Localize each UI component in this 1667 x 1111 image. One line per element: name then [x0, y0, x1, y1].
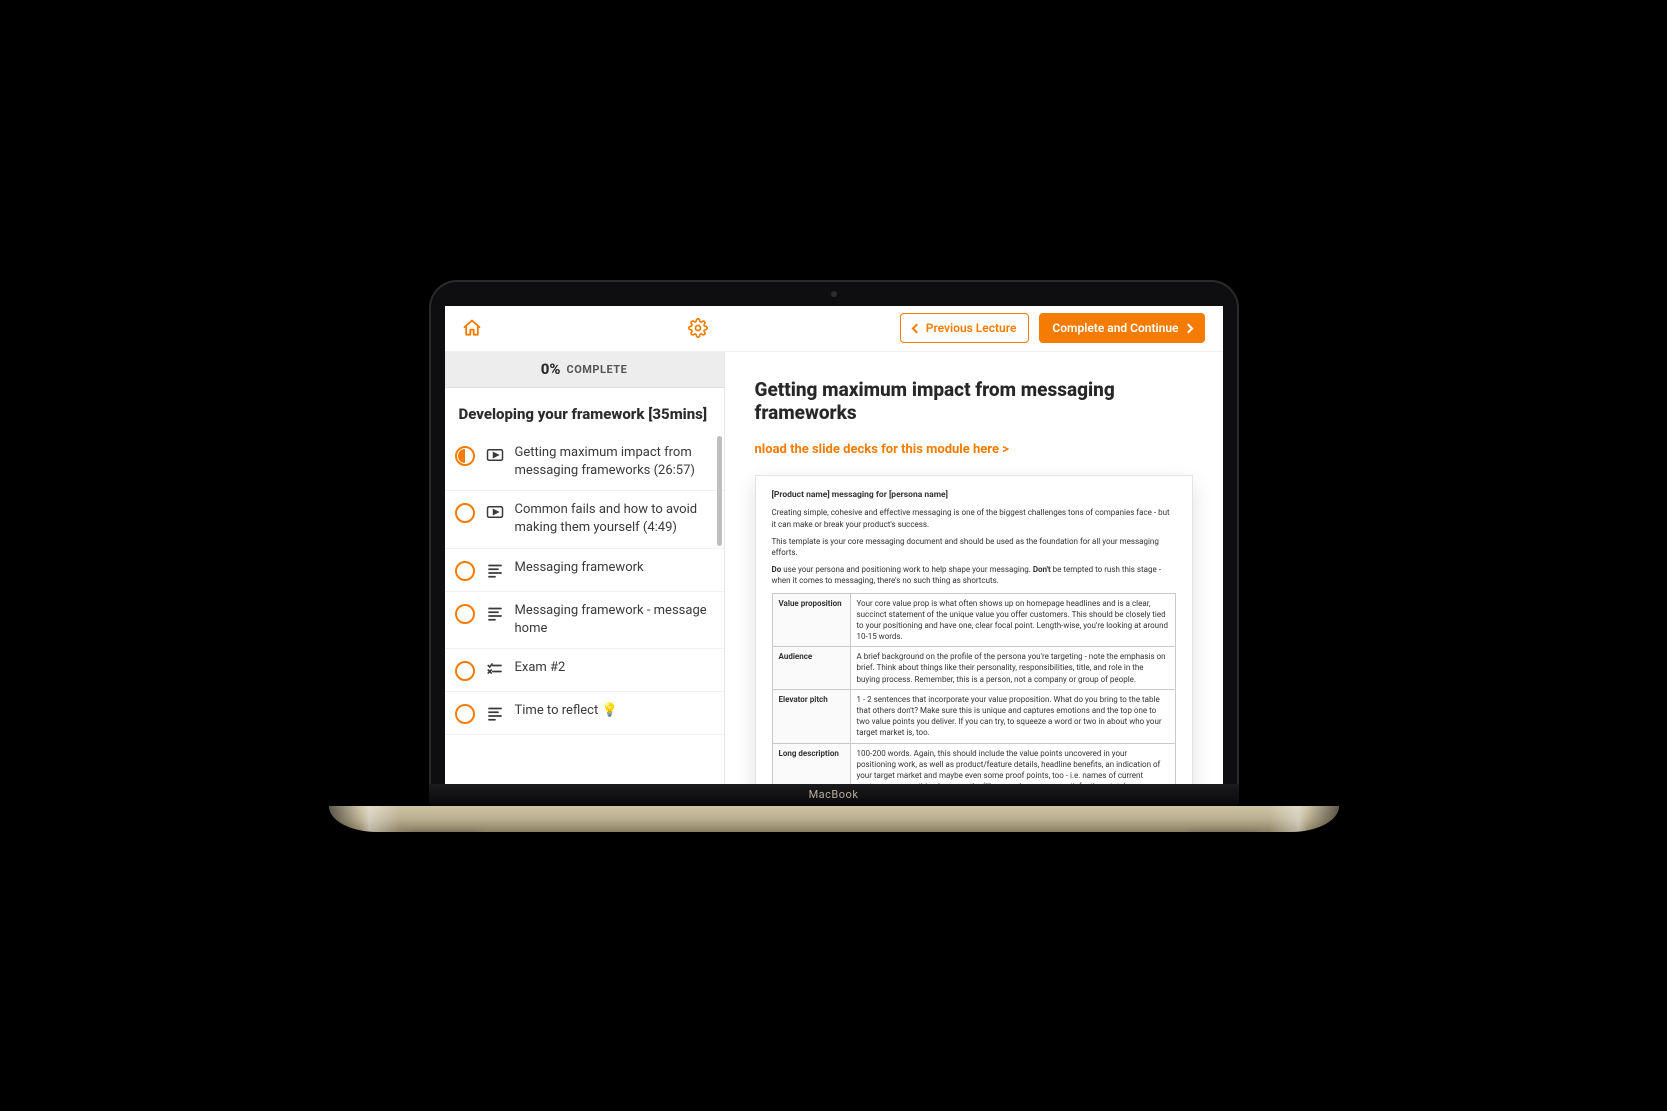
doc-row-val: 1 - 2 sentences that incorporate your va… — [850, 689, 1175, 743]
chevron-left-icon — [911, 323, 921, 333]
video-icon — [485, 503, 505, 537]
doc-row-key: Audience — [772, 647, 850, 690]
lesson-label: Common fails and how to avoid making the… — [515, 501, 710, 537]
app-body: 0% COMPLETE Developing your framework [3… — [445, 352, 1223, 796]
doc-p3-do: Do — [772, 565, 782, 574]
lesson-status-icon — [455, 446, 475, 466]
device-brand: MacBook — [809, 788, 859, 801]
screen: Previous Lecture Complete and Continue 0… — [445, 306, 1223, 796]
lesson-item[interactable]: Messaging framework - message home — [445, 592, 724, 649]
lesson-item[interactable]: Common fails and how to avoid making the… — [445, 491, 724, 548]
lesson-status-icon — [455, 503, 475, 523]
scrollbar-thumb[interactable] — [717, 436, 722, 546]
lesson-item[interactable]: Messaging framework — [445, 549, 724, 592]
lesson-label: Time to reflect 💡 — [515, 702, 710, 724]
quiz-icon — [485, 661, 505, 681]
doc-p1: Creating simple, cohesive and effective … — [772, 507, 1176, 529]
lesson-label: Exam #2 — [515, 659, 710, 681]
complete-continue-label: Complete and Continue — [1052, 321, 1178, 335]
camera-dot — [831, 291, 837, 297]
doc-row-val: Your core value prop is what often shows… — [850, 593, 1175, 647]
course-app: Previous Lecture Complete and Continue 0… — [445, 306, 1223, 796]
lesson-status-icon — [455, 604, 475, 624]
doc-p3-dont: Don't — [1033, 565, 1051, 574]
text-icon — [485, 561, 505, 581]
doc-row-key: Value proposition — [772, 593, 850, 647]
topbar-right: Previous Lecture Complete and Continue — [725, 313, 1223, 343]
text-icon — [485, 704, 505, 724]
table-row: AudienceA brief background on the profil… — [772, 647, 1175, 690]
table-row: Elevator pitch1 - 2 sentences that incor… — [772, 689, 1175, 743]
doc-table: Value propositionYour core value prop is… — [772, 593, 1176, 796]
doc-p3: Do use your persona and positioning work… — [772, 564, 1176, 586]
lesson-item[interactable]: Getting maximum impact from messaging fr… — [445, 434, 724, 491]
lesson-status-icon — [455, 661, 475, 681]
home-icon[interactable] — [459, 315, 485, 341]
progress-strip: 0% COMPLETE — [445, 352, 724, 388]
doc-heading: [Product name] messaging for [persona na… — [772, 490, 1176, 502]
doc-row-val: A brief background on the profile of the… — [850, 647, 1175, 690]
gear-icon[interactable] — [685, 315, 711, 341]
lesson-status-icon — [455, 561, 475, 581]
lesson-status-icon — [455, 704, 475, 724]
doc-p2: This template is your core messaging doc… — [772, 536, 1176, 558]
previous-lecture-label: Previous Lecture — [926, 321, 1017, 335]
macbook-mockup: Previous Lecture Complete and Continue 0… — [329, 280, 1339, 832]
messaging-template-card: [Product name] messaging for [persona na… — [755, 475, 1193, 796]
download-slides-link[interactable]: nload the slide decks for this module he… — [755, 442, 1009, 457]
progress-label: COMPLETE — [567, 363, 628, 376]
lesson-label: Messaging framework — [515, 559, 710, 581]
progress-percent: 0% — [541, 360, 561, 378]
table-row: Value propositionYour core value prop is… — [772, 593, 1175, 647]
complete-continue-button[interactable]: Complete and Continue — [1039, 313, 1204, 343]
lesson-label: Getting maximum impact from messaging fr… — [515, 444, 710, 480]
text-icon — [485, 604, 505, 638]
lesson-list[interactable]: Getting maximum impact from messaging fr… — [445, 434, 724, 796]
doc-p3-mid1: use your persona and positioning work to… — [781, 565, 1033, 574]
topbar-left — [445, 315, 725, 341]
main-content[interactable]: Getting maximum impact from messaging fr… — [725, 352, 1223, 796]
doc-row-key: Elevator pitch — [772, 689, 850, 743]
lesson-item[interactable]: Exam #2 — [445, 649, 724, 692]
laptop-lid: Previous Lecture Complete and Continue 0… — [429, 280, 1239, 806]
laptop-hinge: MacBook — [429, 784, 1239, 806]
section-title: Developing your framework [35mins] — [445, 388, 724, 434]
video-icon — [485, 446, 505, 480]
previous-lecture-button[interactable]: Previous Lecture — [900, 313, 1030, 343]
lesson-item[interactable]: Time to reflect 💡 — [445, 692, 724, 735]
lesson-label: Messaging framework - message home — [515, 602, 710, 638]
sidebar: 0% COMPLETE Developing your framework [3… — [445, 352, 725, 796]
topbar: Previous Lecture Complete and Continue — [445, 306, 1223, 352]
chevron-right-icon — [1183, 323, 1193, 333]
laptop-base — [329, 806, 1339, 832]
page-title: Getting maximum impact from messaging fr… — [755, 378, 1193, 424]
